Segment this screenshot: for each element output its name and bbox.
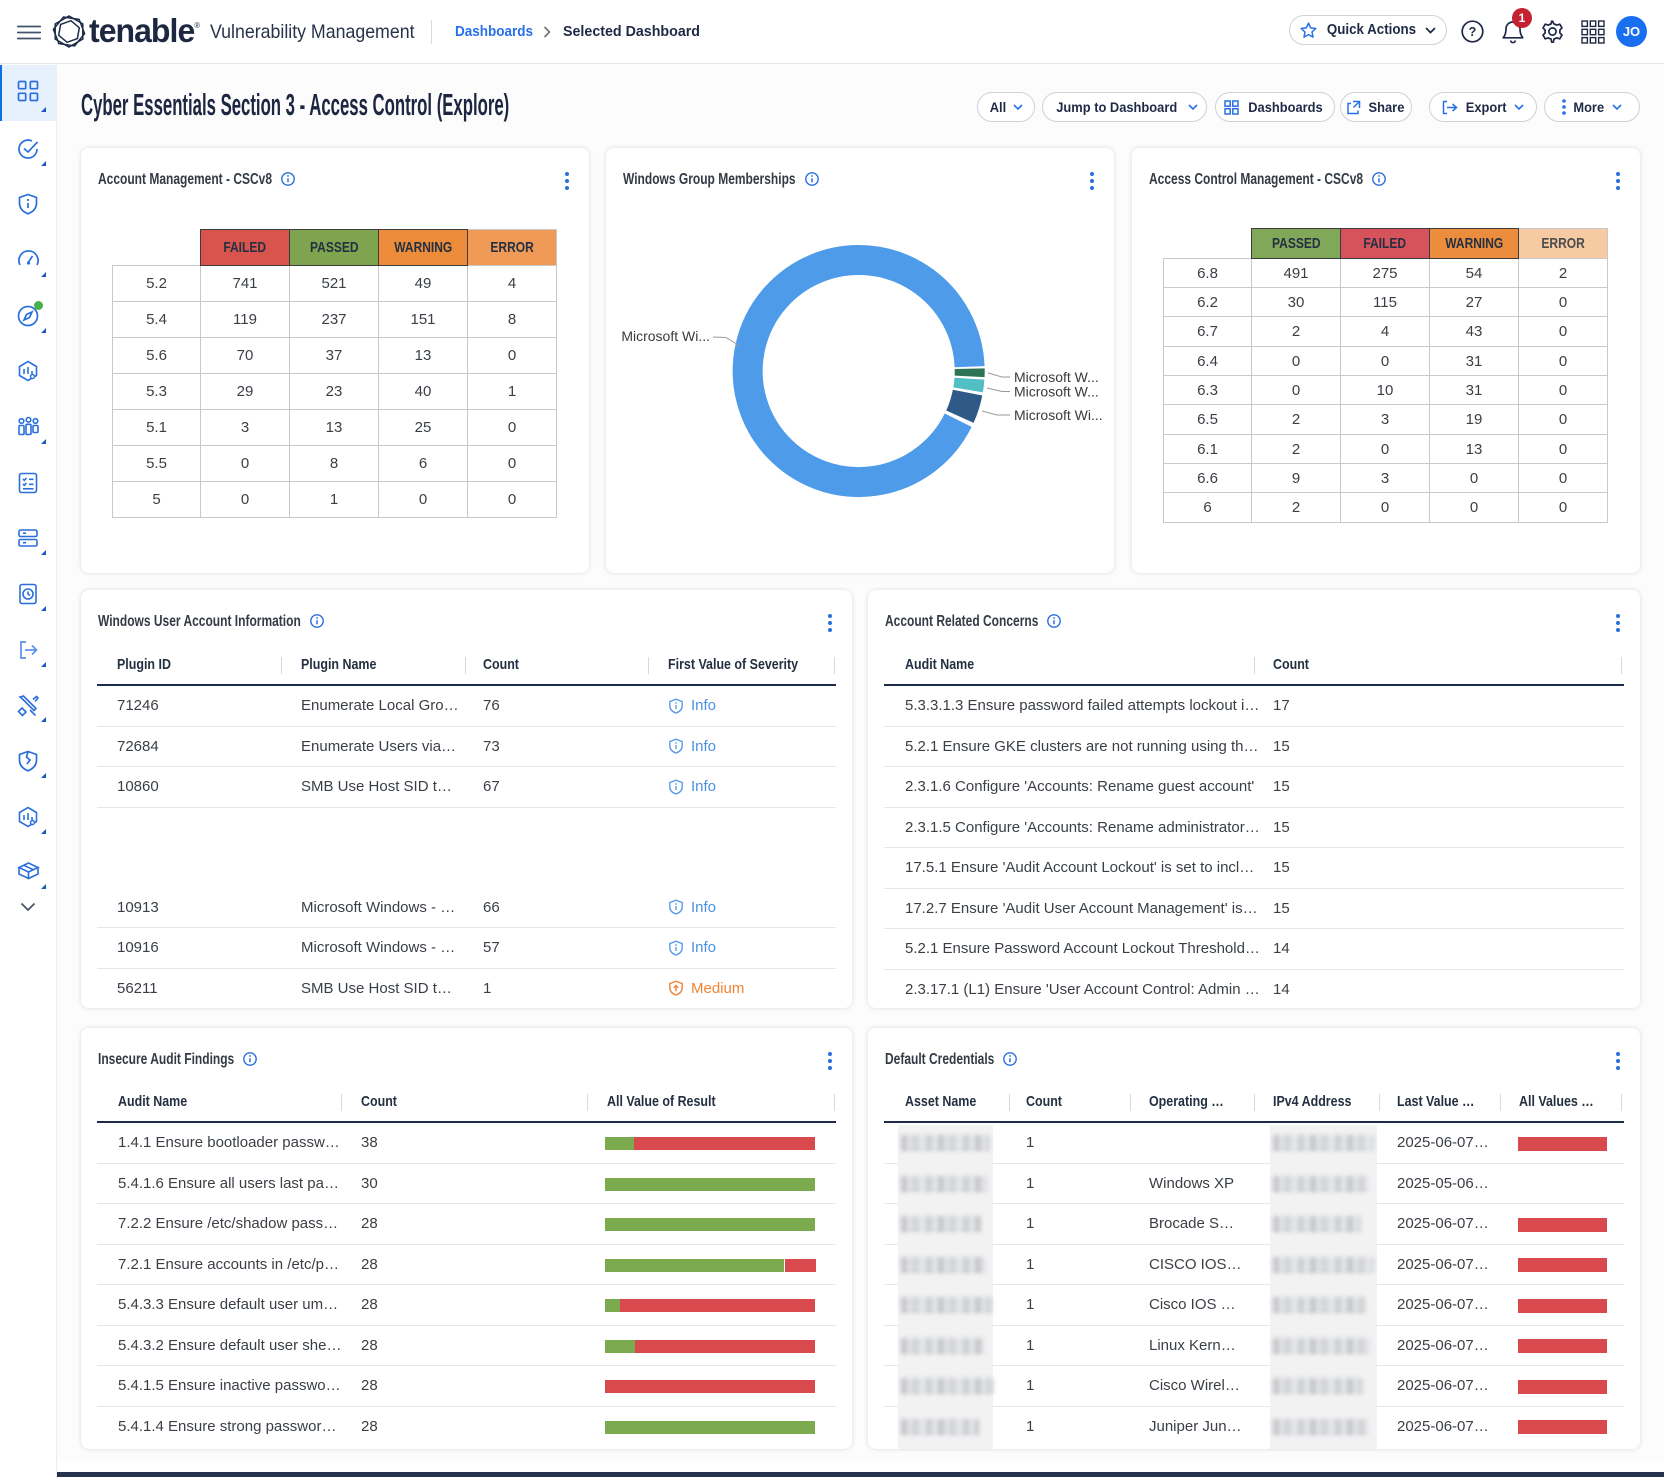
svg-text:Microsoft Wi...: Microsoft Wi... xyxy=(1014,407,1103,423)
svg-text:Microsoft W...: Microsoft W... xyxy=(1014,384,1099,400)
svg-text:Microsoft Wi...: Microsoft Wi... xyxy=(621,328,710,344)
svg-text:?: ? xyxy=(1469,25,1477,39)
